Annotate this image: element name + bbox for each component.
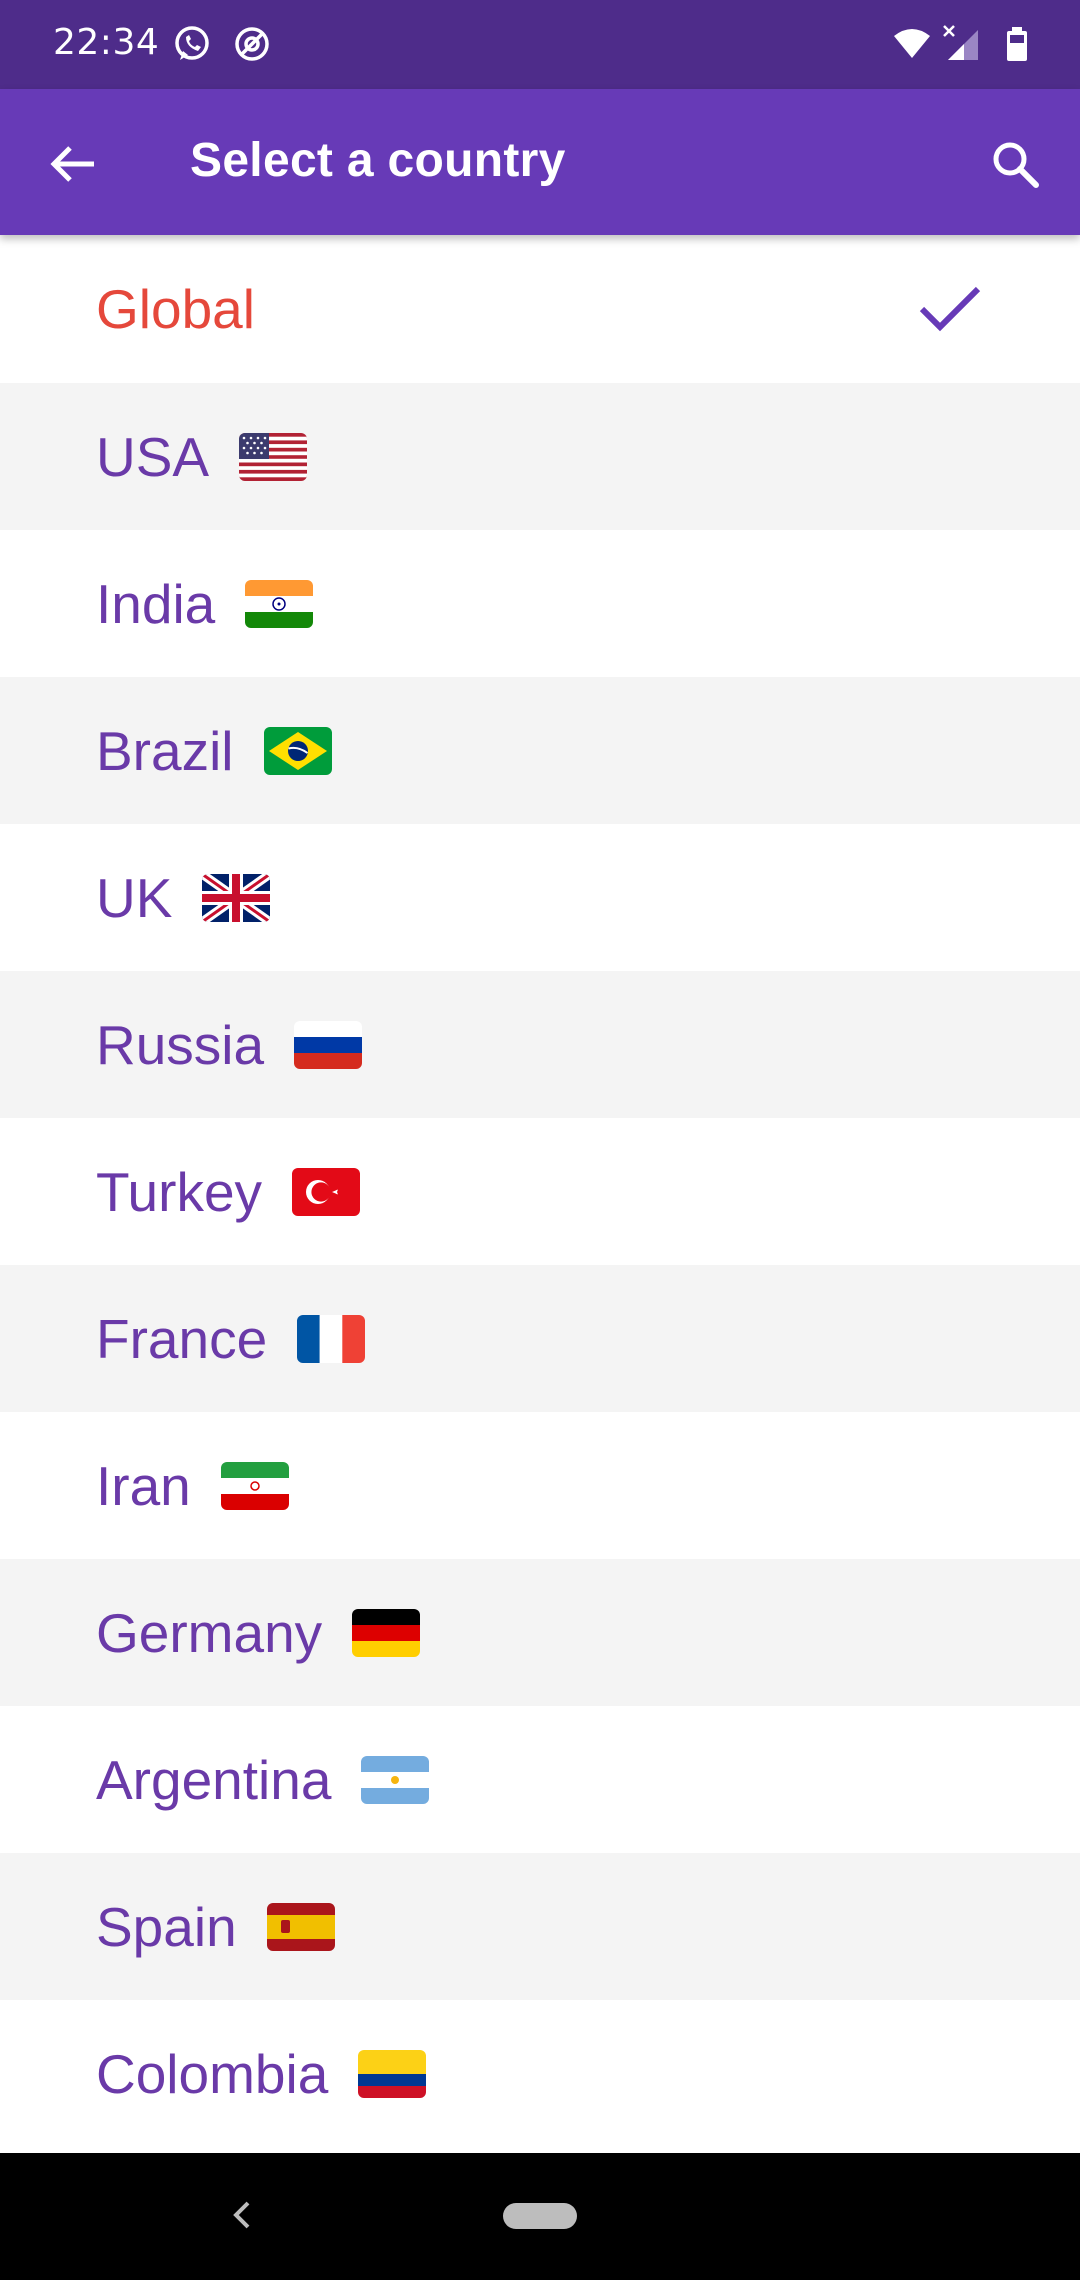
country-list: Global USA India Brazil UK Russia Turkey… [0, 235, 1080, 2147]
iran-flag-icon [220, 1461, 289, 1510]
list-item-usa[interactable]: USA [0, 383, 1080, 530]
country-name: Spain [96, 1895, 237, 1958]
turkey-flag-icon [292, 1167, 361, 1216]
nav-home-pill[interactable] [503, 2203, 577, 2229]
list-item-france[interactable]: France [0, 1265, 1080, 1412]
page-title: Select a country [190, 134, 566, 187]
app-bar: Select a country [0, 89, 1080, 235]
country-name: Global [96, 278, 255, 340]
at-sign-icon [232, 24, 272, 64]
country-name: USA [96, 425, 210, 488]
country-name: India [96, 572, 216, 635]
arrow-back-icon[interactable] [42, 132, 106, 196]
country-name: France [96, 1307, 268, 1370]
list-item-global[interactable]: Global [0, 235, 1080, 383]
list-item-uk[interactable]: UK [0, 824, 1080, 971]
colombia-flag-icon [358, 2049, 427, 2098]
search-icon[interactable] [984, 133, 1048, 197]
germany-flag-icon [352, 1608, 421, 1657]
country-name: Russia [96, 1013, 265, 1076]
us-flag-icon [239, 432, 308, 481]
list-item-turkey[interactable]: Turkey [0, 1118, 1080, 1265]
country-name: Iran [96, 1454, 191, 1517]
uk-flag-icon [202, 873, 271, 922]
whatsapp-icon [172, 24, 212, 64]
list-item-spain[interactable]: Spain [0, 1853, 1080, 2000]
cell-signal-icon [942, 24, 982, 64]
country-name: Germany [96, 1601, 323, 1664]
country-name: Turkey [96, 1160, 263, 1223]
list-item-iran[interactable]: Iran [0, 1412, 1080, 1559]
checkmark-icon [918, 283, 982, 335]
brazil-flag-icon [263, 726, 332, 775]
country-name: UK [96, 866, 173, 929]
list-item-germany[interactable]: Germany [0, 1559, 1080, 1706]
country-name: Colombia [96, 2042, 329, 2105]
country-name: Argentina [96, 1748, 332, 1811]
status-time: 22:34 [53, 22, 160, 63]
list-item-argentina[interactable]: Argentina [0, 1706, 1080, 1853]
country-name: Brazil [96, 719, 234, 782]
status-bar: 22:34 [0, 0, 1080, 89]
list-item-russia[interactable]: Russia [0, 971, 1080, 1118]
india-flag-icon [245, 579, 314, 628]
system-nav-bar [0, 2153, 1080, 2280]
argentina-flag-icon [361, 1755, 430, 1804]
list-item-india[interactable]: India [0, 530, 1080, 677]
battery-icon [998, 24, 1038, 64]
wifi-icon [892, 24, 932, 64]
list-item-colombia[interactable]: Colombia [0, 2000, 1080, 2147]
list-item-brazil[interactable]: Brazil [0, 677, 1080, 824]
nav-back-icon[interactable] [222, 2193, 262, 2237]
russia-flag-icon [294, 1020, 363, 1069]
spain-flag-icon [266, 1902, 335, 1951]
france-flag-icon [297, 1314, 366, 1363]
